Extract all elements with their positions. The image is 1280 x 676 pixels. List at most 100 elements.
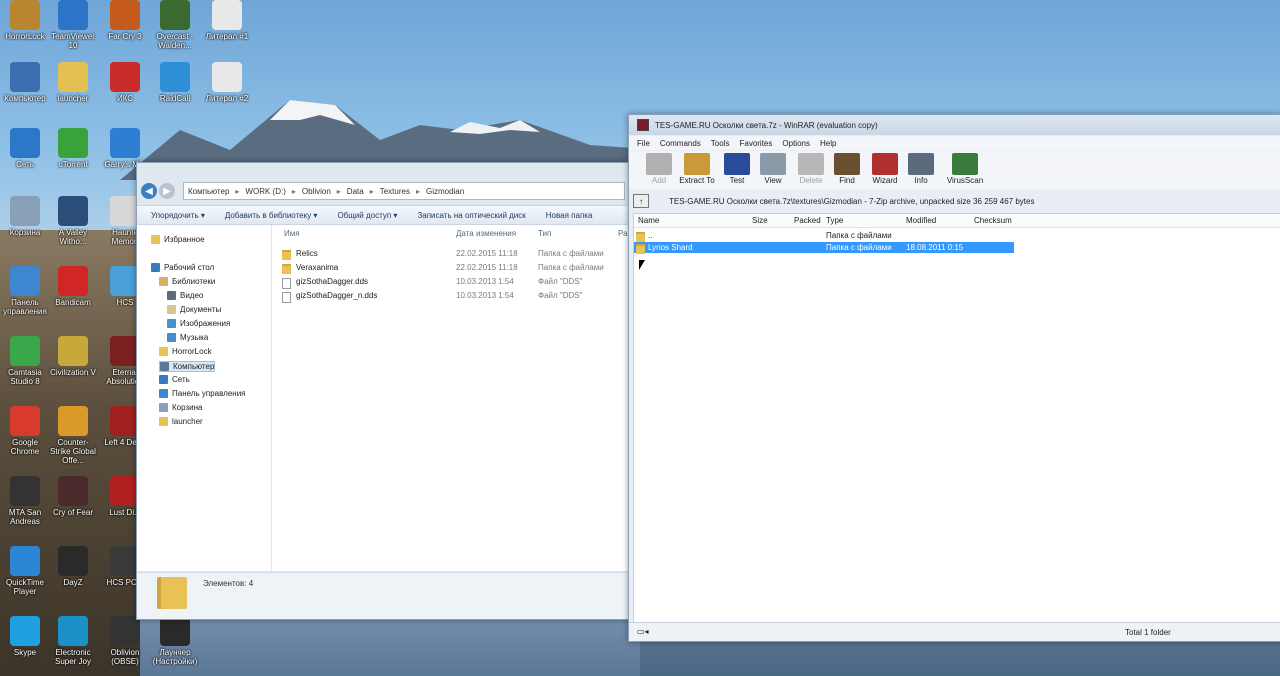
- desktop-shortcut[interactable]: Литерал #2: [202, 62, 252, 103]
- toolbar-button[interactable]: Новая папка: [546, 211, 593, 220]
- menu-item[interactable]: Options: [782, 139, 810, 148]
- nav-item[interactable]: launcher: [159, 417, 203, 426]
- desktop-shortcut[interactable]: Лаунчер (Настройки): [150, 616, 200, 666]
- winrar-window[interactable]: TES-GAME.RU Осколки света.7z - WinRAR (e…: [628, 114, 1280, 642]
- nav-item[interactable]: Документы: [167, 305, 221, 314]
- toolbar-button[interactable]: Записать на оптический диск: [417, 211, 525, 220]
- drive-icon[interactable]: ▭◂: [637, 627, 649, 636]
- desktop-shortcut[interactable]: Civilization V: [48, 336, 98, 377]
- breadcrumb-segment[interactable]: Data: [347, 187, 364, 196]
- column-name[interactable]: Имя: [284, 229, 300, 238]
- up-folder-button[interactable]: ↑: [633, 194, 649, 208]
- desktop-shortcut[interactable]: uTorrent: [48, 128, 98, 169]
- address-bar[interactable]: Компьютер ▸ WORK (D:) ▸ Oblivion ▸ Data ▸ Textur…: [183, 182, 625, 200]
- menu-item[interactable]: Favorites: [739, 139, 772, 148]
- column-packed[interactable]: Packed: [794, 216, 821, 225]
- desktop-shortcut[interactable]: Counter-Strike Global Offe...: [48, 406, 98, 465]
- toolbar-button[interactable]: Wizard: [865, 151, 905, 185]
- column-modified[interactable]: Modified: [906, 216, 936, 225]
- menu-item[interactable]: Tools: [711, 139, 730, 148]
- toolbar-button[interactable]: Test: [717, 151, 757, 185]
- column-checksum[interactable]: Checksum: [974, 216, 1012, 225]
- desktop-shortcut[interactable]: Electronic Super Joy: [48, 616, 98, 666]
- desktop-shortcut[interactable]: ИКС: [100, 62, 150, 103]
- shortcut-label: HorrorLock: [5, 32, 45, 41]
- toolbar-button[interactable]: Добавить в библиотеку ▾: [225, 211, 318, 220]
- menu-item[interactable]: Commands: [660, 139, 701, 148]
- explorer-window[interactable]: ◀ ▶ Компьютер ▸ WORK (D:) ▸ Oblivion ▸ Data ▸ Te…: [136, 162, 630, 620]
- nav-item[interactable]: Компьютер: [159, 361, 216, 372]
- library-icon: [159, 277, 168, 286]
- desktop-shortcut[interactable]: Корзина: [0, 196, 50, 237]
- toolbar-button[interactable]: Find: [827, 151, 867, 185]
- breadcrumb-segment[interactable]: Oblivion: [302, 187, 331, 196]
- menu-item[interactable]: Help: [820, 139, 836, 148]
- file-list: Имя Дата изменения Тип Ра Relics 22.02.20…: [272, 225, 629, 571]
- nav-item[interactable]: Избранное: [151, 235, 205, 244]
- column-size[interactable]: Size: [752, 216, 768, 225]
- table-row[interactable]: Relics 22.02.2015 11:18 Папка с файлами: [282, 249, 629, 262]
- shortcut-label: Far Cry 3: [108, 32, 142, 41]
- toolbar-button[interactable]: Упорядочить ▾: [151, 211, 205, 220]
- desktop-shortcut[interactable]: A Valley Witho...: [48, 196, 98, 246]
- column-name[interactable]: Name: [638, 216, 659, 225]
- desktop-shortcut[interactable]: Bandicam: [48, 266, 98, 307]
- desktop-shortcut[interactable]: Сеть: [0, 128, 50, 169]
- desktop-shortcut[interactable]: launcher: [48, 62, 98, 103]
- desktop-shortcut[interactable]: Far Cry 3: [100, 0, 150, 41]
- desktop-shortcut[interactable]: Google Chrome: [0, 406, 50, 456]
- table-row[interactable]: gizSothaDagger.dds 10.03.2013 1:54 Файл "D…: [282, 277, 629, 290]
- toolbar-button[interactable]: Extract To: [677, 151, 717, 185]
- winrar-titlebar[interactable]: TES-GAME.RU Осколки света.7z - WinRAR (e…: [629, 115, 1280, 135]
- nav-item[interactable]: Изображения: [167, 319, 230, 328]
- desktop-shortcut[interactable]: HorrorLock: [0, 0, 50, 41]
- desktop-shortcut[interactable]: MTA San Andreas: [0, 476, 50, 526]
- nav-item[interactable]: Панель управления: [159, 389, 246, 398]
- toolbar-button[interactable]: Общий доступ ▾: [337, 211, 397, 220]
- shortcut-icon: [110, 128, 140, 158]
- desktop-shortcut[interactable]: Панель управления: [0, 266, 50, 316]
- breadcrumb-segment[interactable]: Компьютер: [188, 187, 229, 196]
- breadcrumb-segment[interactable]: WORK (D:): [245, 187, 285, 196]
- back-button[interactable]: ◀: [141, 183, 157, 199]
- nav-item[interactable]: Музыка: [167, 333, 208, 342]
- column-size[interactable]: Ра: [618, 229, 628, 238]
- toolbar-button[interactable]: View: [753, 151, 793, 185]
- table-row[interactable]: Lyrios Shard Папка с файлами 18.08.2011 0:…: [634, 242, 1014, 254]
- table-row[interactable]: gizSothaDagger_n.dds 10.03.2013 1:54 Файл …: [282, 291, 629, 304]
- nav-item[interactable]: Библиотеки: [159, 277, 215, 286]
- table-row[interactable]: Veraxanima 22.02.2015 11:18 Папка с файлам…: [282, 263, 629, 276]
- desktop-shortcut[interactable]: Oblivion (OBSE): [100, 616, 150, 666]
- breadcrumb-segment[interactable]: Gizmodian: [426, 187, 464, 196]
- forward-button[interactable]: ▶: [159, 183, 175, 199]
- desktop-shortcut[interactable]: Cry of Fear: [48, 476, 98, 517]
- folder-icon: [282, 250, 291, 260]
- shortcut-icon: [10, 128, 40, 158]
- desktop-shortcut[interactable]: Overcast - Walden...: [150, 0, 200, 50]
- toolbar-button[interactable]: Add: [639, 151, 679, 185]
- desktop-shortcut[interactable]: Camtasia Studio 8: [0, 336, 50, 386]
- desktop-shortcut[interactable]: Skype: [0, 616, 50, 657]
- column-type[interactable]: Type: [826, 216, 843, 225]
- nav-item[interactable]: Рабочий стол: [151, 263, 214, 272]
- images-icon: [167, 319, 176, 328]
- table-row[interactable]: .. Папка с файлами: [634, 230, 1014, 242]
- column-type[interactable]: Тип: [538, 229, 551, 238]
- toolbar-button[interactable]: Info: [901, 151, 941, 185]
- toolbar-button[interactable]: Delete: [791, 151, 831, 185]
- menu-item[interactable]: File: [637, 139, 650, 148]
- desktop-shortcut[interactable]: DayZ: [48, 546, 98, 587]
- toolbar-button[interactable]: VirusScan: [945, 151, 985, 185]
- desktop-shortcut[interactable]: QuickTime Player: [0, 546, 50, 596]
- desktop-shortcut[interactable]: Компьютер: [0, 62, 50, 103]
- column-date[interactable]: Дата изменения: [456, 229, 516, 238]
- nav-item[interactable]: HorrorLock: [159, 347, 212, 356]
- nav-item[interactable]: Корзина: [159, 403, 202, 412]
- desktop-shortcut[interactable]: RaidCall: [150, 62, 200, 103]
- desktop-shortcut[interactable]: TeamViewer 10: [48, 0, 98, 50]
- breadcrumb-segment[interactable]: Textures: [380, 187, 410, 196]
- nav-item[interactable]: Сеть: [159, 375, 190, 384]
- desktop-shortcut[interactable]: Литерал #1: [202, 0, 252, 41]
- desktop-icon: [151, 263, 160, 272]
- nav-item[interactable]: Видео: [167, 291, 203, 300]
